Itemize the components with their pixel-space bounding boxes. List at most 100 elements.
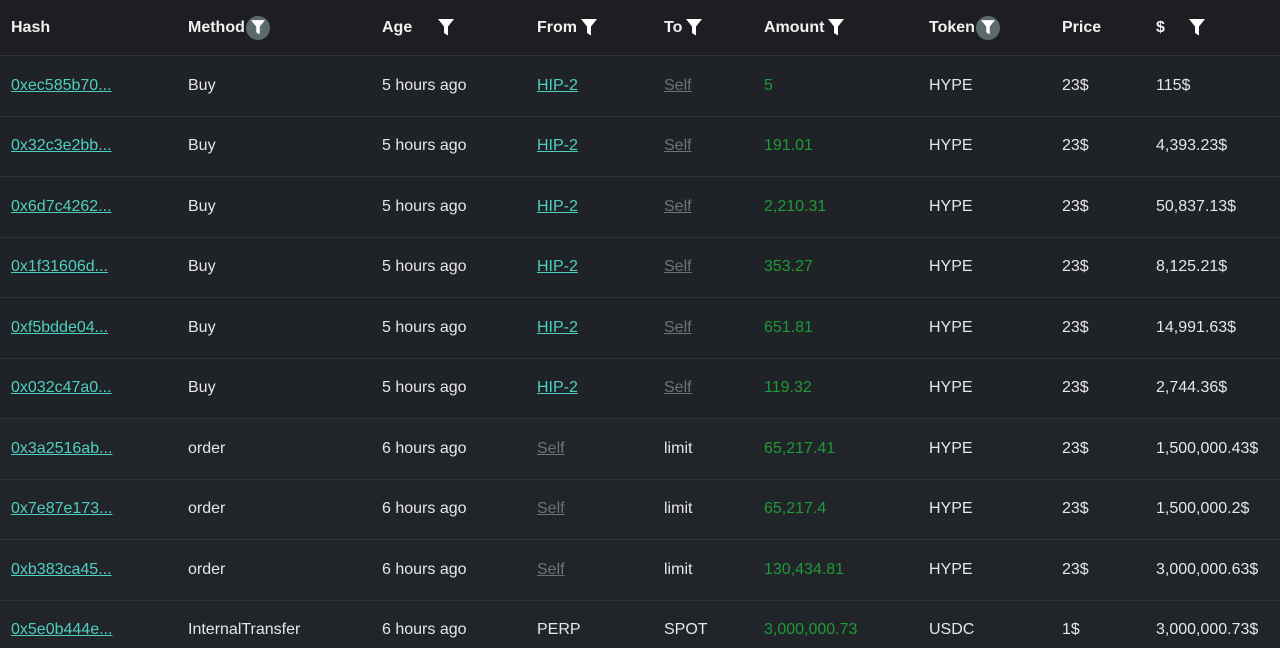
to-filter-icon[interactable]	[686, 19, 703, 36]
from-link[interactable]: HIP-2	[537, 198, 578, 216]
usd-cell: 1,500,000.2$	[1156, 480, 1249, 540]
hash-link[interactable]: 0xb383ca45...	[11, 561, 112, 579]
usd-filter-icon[interactable]	[1188, 19, 1205, 36]
age-filter-icon[interactable]	[438, 19, 455, 36]
amount-cell: 353.27	[764, 238, 813, 298]
amount-filter-icon[interactable]	[828, 19, 845, 36]
token-filter-icon[interactable]	[975, 15, 1000, 40]
hash-link[interactable]: 0x7e87e173...	[11, 500, 112, 518]
to-self-link[interactable]: Self	[664, 379, 692, 397]
to-self-link[interactable]: Self	[664, 258, 692, 276]
usd-value: 1,500,000.43$	[1156, 439, 1259, 457]
usd-value: 2,744.36$	[1156, 379, 1228, 397]
amount-value: 119.32	[764, 379, 812, 397]
from-link[interactable]: HIP-2	[537, 319, 578, 337]
price-cell: 23$	[1062, 117, 1089, 177]
amount-value: 353.27	[764, 258, 813, 276]
from-cell: Self	[537, 540, 565, 600]
method-cell: Buy	[188, 238, 216, 298]
method-filter-icon[interactable]	[245, 15, 270, 40]
method-value: Buy	[188, 379, 216, 397]
column-header-usd: $	[1156, 0, 1205, 55]
from-link[interactable]: HIP-2	[537, 137, 578, 155]
amount-cell: 65,217.4	[764, 480, 826, 540]
age-value: 5 hours ago	[382, 379, 467, 397]
table-row[interactable]: 0x7e87e173... order 6 hours ago Self lim…	[0, 479, 1280, 540]
age-cell: 6 hours ago	[382, 419, 467, 479]
method-cell: order	[188, 419, 225, 479]
hash-link[interactable]: 0xf5bdde04...	[11, 319, 108, 337]
table-row[interactable]: 0x32c3e2bb... Buy 5 hours ago HIP-2 Self…	[0, 116, 1280, 177]
usd-value: 14,991.63$	[1156, 318, 1237, 336]
hash-link[interactable]: 0x5e0b444e...	[11, 621, 112, 639]
amount-value: 65,217.41	[764, 439, 836, 457]
age-cell: 5 hours ago	[382, 359, 467, 419]
token-cell: HYPE	[929, 177, 973, 237]
usd-cell: 115$	[1156, 56, 1190, 116]
table-row[interactable]: 0xec585b70... Buy 5 hours ago HIP-2 Self…	[0, 56, 1280, 117]
table-row[interactable]: 0x032c47a0... Buy 5 hours ago HIP-2 Self…	[0, 358, 1280, 419]
age-value: 6 hours ago	[382, 621, 467, 639]
to-self-link[interactable]: Self	[664, 319, 692, 337]
column-label-usd: $	[1156, 18, 1165, 36]
table-row[interactable]: 0xb383ca45... order 6 hours ago Self lim…	[0, 540, 1280, 601]
hash-link[interactable]: 0x6d7c4262...	[11, 198, 112, 216]
method-value: order	[188, 439, 226, 457]
from-cell: HIP-2	[537, 117, 578, 177]
from-link[interactable]: HIP-2	[537, 77, 578, 95]
hash-cell: 0x032c47a0...	[11, 359, 112, 419]
column-label-hash: Hash	[11, 18, 51, 36]
to-self-link[interactable]: Self	[664, 198, 692, 216]
age-value: 5 hours ago	[382, 258, 467, 276]
token-value: HYPE	[929, 379, 973, 397]
to-cell: limit	[664, 480, 692, 540]
from-self-link[interactable]: Self	[537, 500, 565, 518]
method-cell: Buy	[188, 177, 216, 237]
hash-link[interactable]: 0x32c3e2bb...	[11, 137, 112, 155]
to-self-link[interactable]: Self	[664, 77, 692, 95]
column-header-hash: Hash	[11, 0, 50, 55]
price-value: 23$	[1062, 500, 1089, 518]
from-value: PERP	[537, 621, 581, 639]
usd-value: 115$	[1156, 76, 1191, 94]
usd-value: 50,837.13$	[1156, 197, 1237, 215]
table-row[interactable]: 0x3a2516ab... order 6 hours ago Self lim…	[0, 419, 1280, 480]
token-cell: HYPE	[929, 238, 973, 298]
from-link[interactable]: HIP-2	[537, 379, 578, 397]
amount-cell: 191.01	[764, 117, 813, 177]
age-cell: 6 hours ago	[382, 601, 467, 648]
to-self-link[interactable]: Self	[664, 137, 692, 155]
from-self-link[interactable]: Self	[537, 561, 565, 579]
price-value: 23$	[1062, 379, 1089, 397]
column-label-age: Age	[382, 18, 413, 36]
price-cell: 23$	[1062, 419, 1089, 479]
hash-link[interactable]: 0x032c47a0...	[11, 379, 112, 397]
hash-cell: 0x5e0b444e...	[11, 601, 112, 648]
column-header-token: Token	[929, 0, 1000, 55]
token-cell: USDC	[929, 601, 974, 648]
from-self-link[interactable]: Self	[537, 440, 565, 458]
from-filter-icon[interactable]	[581, 19, 597, 36]
token-cell: HYPE	[929, 359, 973, 419]
table-row[interactable]: 0x5e0b444e... InternalTransfer 6 hours a…	[0, 600, 1280, 648]
method-cell: order	[188, 480, 225, 540]
age-value: 6 hours ago	[382, 500, 467, 518]
hash-link[interactable]: 0x3a2516ab...	[11, 440, 112, 458]
table-row[interactable]: 0xf5bdde04... Buy 5 hours ago HIP-2 Self…	[0, 298, 1280, 359]
age-cell: 5 hours ago	[382, 238, 467, 298]
price-cell: 23$	[1062, 177, 1089, 237]
to-value: limit	[664, 439, 693, 457]
usd-cell: 1,500,000.43$	[1156, 419, 1258, 479]
amount-value: 3,000,000.73	[764, 621, 858, 639]
hash-link[interactable]: 0xec585b70...	[11, 77, 112, 95]
method-cell: Buy	[188, 359, 216, 419]
table-row[interactable]: 0x1f31606d... Buy 5 hours ago HIP-2 Self…	[0, 237, 1280, 298]
hash-link[interactable]: 0x1f31606d...	[11, 258, 108, 276]
from-link[interactable]: HIP-2	[537, 258, 578, 276]
to-value: SPOT	[664, 621, 708, 639]
method-value: order	[188, 560, 226, 578]
usd-value: 8,125.21$	[1156, 258, 1228, 276]
column-header-to: To	[664, 0, 703, 55]
table-row[interactable]: 0x6d7c4262... Buy 5 hours ago HIP-2 Self…	[0, 177, 1280, 238]
amount-value: 2,210.31	[764, 197, 827, 215]
